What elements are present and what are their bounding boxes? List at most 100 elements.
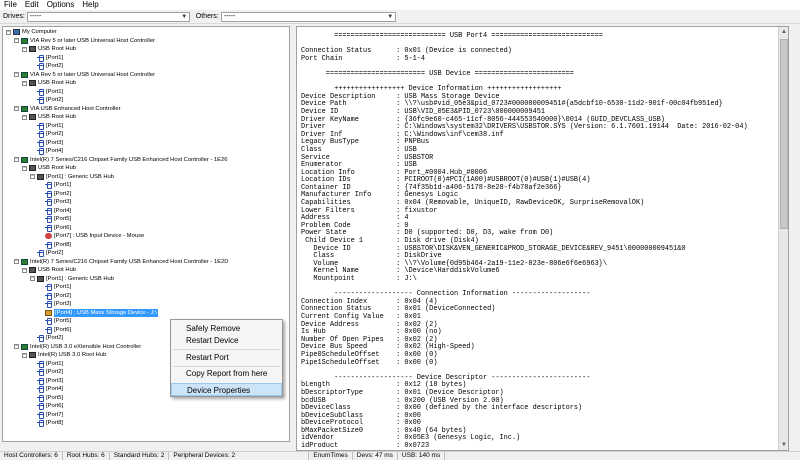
tree-node[interactable]: − Intel(R) USB 3.0 Root Hub — [22, 351, 106, 359]
tree-node[interactable]: [Port3] — [38, 300, 71, 309]
tree-node[interactable]: [Port2] — [30, 130, 63, 139]
tree-node[interactable]: [Port5] — [38, 215, 71, 224]
ctx-device-properties[interactable]: Device Properties — [171, 383, 282, 396]
usb-controller-icon — [21, 156, 28, 163]
usb-port-icon — [45, 182, 52, 190]
tree-node[interactable]: [Port5] — [38, 317, 71, 326]
tree-node[interactable]: [Port2] — [30, 368, 63, 377]
usb-port-icon — [45, 207, 52, 215]
tree-node[interactable]: − Intel(R) USB 3.0 eXtensible Host Contro… — [14, 343, 141, 351]
tree-node[interactable]: [Port2] — [30, 249, 63, 258]
ctx-restart-device[interactable]: Restart Device — [171, 334, 282, 347]
menu-options[interactable]: Options — [43, 0, 79, 10]
tree-node[interactable]: [Port8] — [30, 419, 64, 428]
tree-node-label: [Port8] — [54, 241, 72, 248]
collapse-toggle-icon[interactable]: − — [14, 157, 19, 163]
tree-node[interactable]: [Port1] — [30, 88, 63, 96]
tree-node[interactable]: [Port6] — [38, 326, 71, 334]
tree-node[interactable]: − VIA Rev 5 or later USB Universal Host C… — [14, 71, 155, 79]
collapse-toggle-icon[interactable]: − — [14, 344, 19, 350]
tree-node[interactable]: [Port6] — [30, 402, 63, 411]
collapse-toggle-icon[interactable]: − — [14, 106, 19, 112]
tree-node[interactable]: [Port1] — [30, 122, 63, 130]
tree-node-label: USB Root Hub — [38, 114, 77, 121]
usb-port-icon — [37, 420, 44, 428]
report-scrollbar[interactable]: ▲ ▼ — [778, 27, 788, 450]
others-dropdown[interactable]: ----- ▼ — [220, 11, 396, 22]
tree-node-label: USB Root Hub — [38, 267, 77, 274]
scrollbar-thumb[interactable] — [780, 39, 788, 229]
tree-node[interactable]: [Port2] — [38, 190, 71, 198]
tree-node[interactable]: [Port3] — [38, 198, 72, 207]
tree-node[interactable]: − USB Root Hub — [22, 45, 76, 53]
tree-node[interactable]: − VIA USB Enhanced Host Controller — [14, 105, 121, 113]
menu-file[interactable]: File — [0, 0, 21, 10]
menu-edit[interactable]: Edit — [21, 0, 43, 10]
collapse-toggle-icon[interactable]: − — [22, 352, 27, 358]
status-devs-time: Devs: 47 ms — [353, 452, 398, 460]
tree-node[interactable]: [Port1] — [38, 181, 71, 190]
tree-node[interactable]: − [Port1] : Generic USB Hub — [30, 173, 114, 181]
collapse-toggle-icon[interactable]: − — [30, 276, 35, 282]
tree-node-label: USB Root Hub — [38, 46, 77, 53]
usb-port-icon — [37, 250, 44, 258]
collapse-toggle-icon[interactable]: − — [14, 38, 19, 44]
tree-node[interactable]: [Port5] — [30, 394, 63, 402]
collapse-toggle-icon[interactable]: − — [6, 29, 11, 35]
tree-node[interactable]: [Port1] — [30, 54, 63, 62]
tree-node[interactable]: − USB Root Hub — [22, 266, 76, 274]
chevron-down-icon: ▼ — [181, 13, 188, 20]
scroll-up-arrow-icon[interactable]: ▲ — [779, 27, 788, 37]
tree-node[interactable]: − USB Root Hub — [22, 79, 76, 87]
status-peripheral-devices: Peripheral Devices: 2 — [169, 452, 310, 460]
tree-node[interactable]: [Port4] : USB Mass Storage Device - J:\ — [38, 308, 158, 317]
ctx-separator — [173, 349, 280, 350]
tree-node-label: [Port4] — [54, 207, 72, 214]
tree-node[interactable]: [Port8] — [38, 241, 71, 249]
menu-bar: File Edit Options Help — [0, 0, 800, 10]
usb-port-icon — [45, 241, 52, 249]
ctx-copy-report[interactable]: Copy Report from here — [171, 367, 282, 380]
tree-node[interactable]: − Intel(R) 7 Series/C216 Chipset Family U… — [14, 258, 228, 266]
tree-node[interactable]: − VIA Rev 5 or later USB Universal Host C… — [14, 37, 155, 45]
tree-node[interactable]: − Intel(R) 7 Series/C216 Chipset Family U… — [14, 156, 228, 164]
menu-help[interactable]: Help — [78, 0, 102, 10]
tree-node-label: [Port3] — [54, 199, 72, 206]
usb-port-icon — [45, 284, 52, 292]
collapse-toggle-icon[interactable]: − — [22, 46, 27, 52]
tree-node[interactable]: [Port3] — [30, 139, 63, 147]
tree-node[interactable]: [Port4] — [38, 207, 71, 215]
tree-node[interactable]: [Port1] — [30, 360, 63, 368]
tree-node[interactable]: [Port2] — [30, 334, 63, 343]
tree-node[interactable]: [Port4] — [30, 147, 63, 156]
tree-node[interactable]: [Port7] — [30, 411, 63, 419]
ctx-restart-port[interactable]: Restart Port — [171, 351, 282, 364]
collapse-toggle-icon[interactable]: − — [22, 114, 27, 120]
collapse-toggle-icon[interactable]: − — [22, 80, 27, 86]
scroll-down-arrow-icon[interactable]: ▼ — [779, 440, 788, 450]
tree-node-label: My Computer — [22, 29, 57, 36]
tree-node[interactable]: [Port7] : USB Input Device - Mouse — [38, 232, 144, 240]
usb-port-icon — [37, 335, 44, 343]
tree-node[interactable]: − USB Root Hub — [22, 113, 76, 121]
tree-node[interactable]: [Port2] — [30, 62, 63, 71]
drives-dropdown[interactable]: ----- ▼ — [26, 11, 190, 22]
tree-node-label: [Port8] — [46, 420, 64, 427]
collapse-toggle-icon[interactable]: − — [22, 267, 27, 273]
usb-port-icon — [45, 199, 52, 207]
tree-node[interactable]: [Port2] — [38, 292, 71, 300]
collapse-toggle-icon[interactable]: − — [14, 72, 19, 78]
usb-port-icon — [37, 386, 44, 394]
tree-node[interactable]: [Port4] — [30, 385, 63, 394]
collapse-toggle-icon[interactable]: − — [30, 174, 35, 180]
tree-node[interactable]: [Port3] — [30, 377, 63, 385]
tree-node[interactable]: − [Port1] : Generic USB Hub — [30, 275, 114, 283]
tree-node[interactable]: [Port1] — [38, 283, 71, 292]
collapse-toggle-icon[interactable]: − — [22, 165, 27, 171]
tree-node[interactable]: − My Computer — [6, 28, 57, 36]
tree-node[interactable]: − USB Root Hub — [22, 164, 76, 172]
tree-node[interactable]: [Port2] — [30, 96, 63, 105]
report-pane[interactable]: =========================== USB Port4 ==… — [296, 26, 789, 451]
collapse-toggle-icon[interactable]: − — [14, 259, 19, 265]
tree-node[interactable]: [Port6] — [38, 224, 71, 232]
